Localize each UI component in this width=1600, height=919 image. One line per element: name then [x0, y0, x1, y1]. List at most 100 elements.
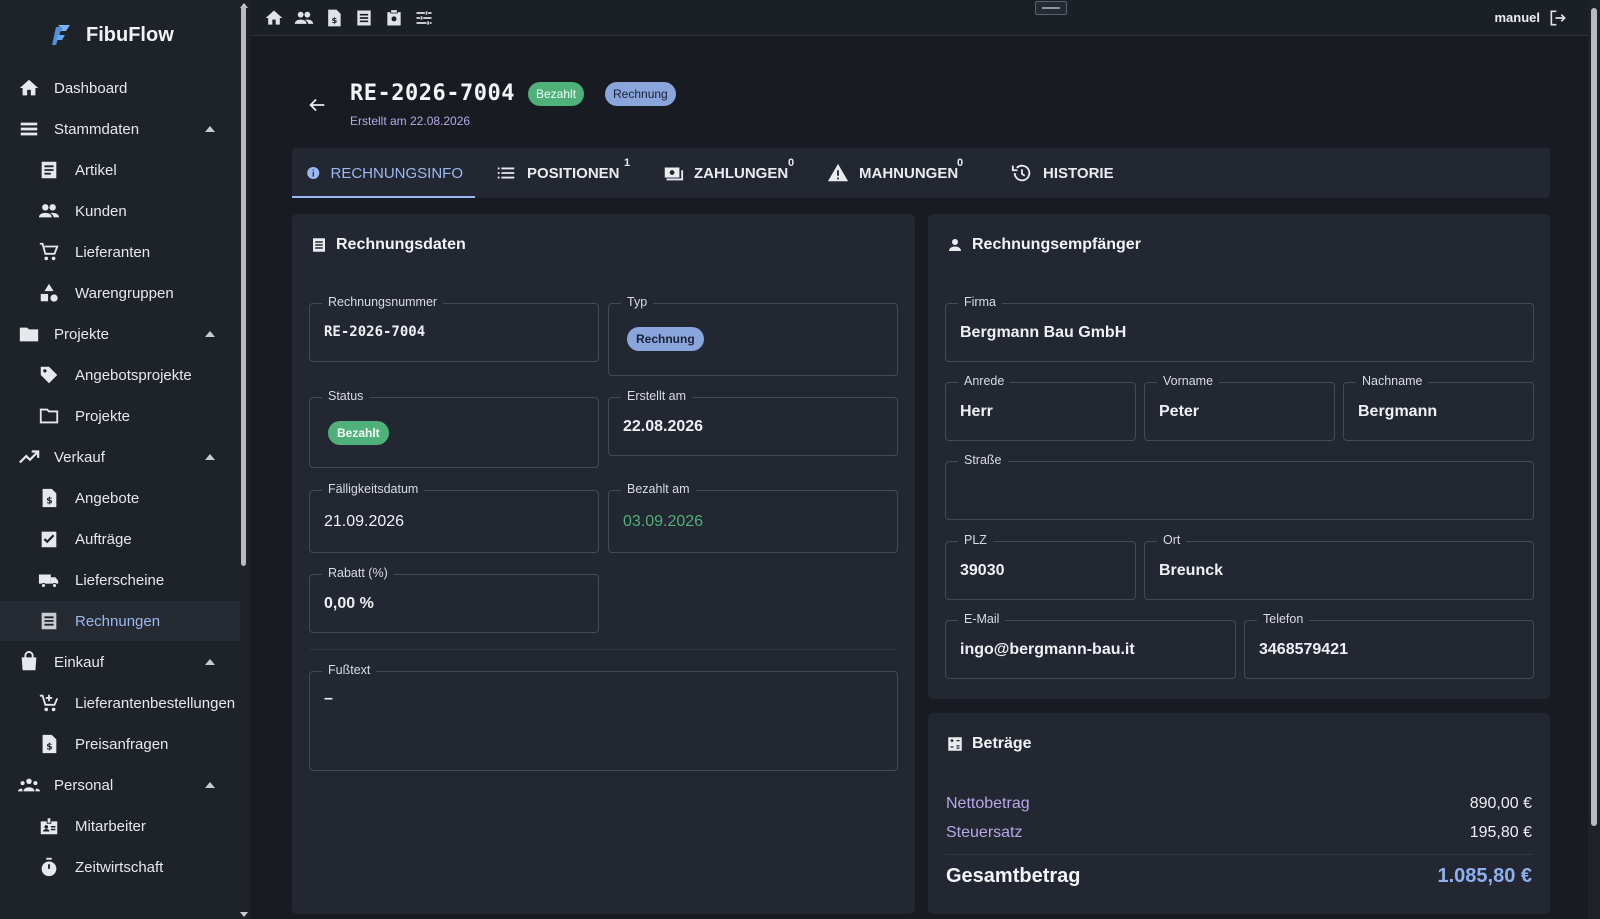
field-value: – [324, 690, 333, 707]
top-bar: $ manuel [250, 0, 1600, 36]
warning-icon [827, 163, 849, 182]
card-title: Beträge [946, 735, 1032, 753]
type-field[interactable]: Typ Rechnung [608, 295, 898, 376]
sidebar-item-rechnungen[interactable]: Rechnungen [0, 601, 240, 641]
company-field[interactable]: Firma Bergmann Bau GmbH [945, 295, 1534, 362]
sidebar-item-lieferanten[interactable]: Lieferanten [0, 232, 240, 272]
phone-field[interactable]: Telefon 3468579421 [1244, 612, 1534, 679]
created-date: Erstellt am 22.08.2026 [350, 114, 471, 128]
receipt-icon[interactable] [354, 8, 374, 28]
email-field[interactable]: E-Mail ingo@bergmann-bau.it [945, 612, 1236, 679]
sidebar-item-artikel[interactable]: Artikel [0, 150, 240, 190]
divider [309, 649, 898, 650]
sidebar-group-personal[interactable]: Personal [0, 765, 240, 805]
tab-zahlungen[interactable]: ZAHLUNGEN 0 [662, 148, 794, 198]
sidebar-item-warengruppen[interactable]: Warengruppen [0, 273, 240, 313]
tab-rechnungsinfo[interactable]: RECHNUNGSINFO [292, 148, 475, 198]
field-value: Bergmann [1358, 403, 1438, 420]
page-scrollbar[interactable] [1588, 0, 1600, 919]
created-date-field[interactable]: Erstellt am 22.08.2026 [608, 389, 898, 456]
field-value: 3468579421 [1259, 641, 1348, 658]
home-icon[interactable] [264, 8, 284, 28]
amount-value: 195,80 € [1469, 824, 1532, 841]
tab-historie[interactable]: HISTORIE [1011, 148, 1114, 198]
sidebar-item-preisanfragen[interactable]: $ Preisanfragen [0, 724, 240, 764]
request-quote-icon[interactable]: $ [324, 8, 344, 28]
sidebar-item-angebote[interactable]: $ Angebote [0, 478, 240, 518]
panel-drag-handle[interactable] [1035, 1, 1067, 15]
list-view-icon [20, 122, 38, 136]
sidebar-item-label: Artikel [75, 161, 117, 179]
app-name: FibuFlow [86, 23, 174, 46]
last-name-field[interactable]: Nachname Bergmann [1343, 374, 1534, 441]
sidebar-item-kunden[interactable]: Kunden [0, 191, 240, 231]
page-scrollbar-thumb[interactable] [1591, 8, 1597, 826]
sidebar-item-projekte[interactable]: Projekte [0, 396, 240, 436]
sidebar-item-lieferscheine[interactable]: Lieferscheine [0, 560, 240, 600]
city-field[interactable]: Ort Breunck [1144, 533, 1534, 600]
amount-value: 890,00 € [1469, 795, 1532, 812]
people-icon [38, 204, 60, 218]
field-label: Nachname [1356, 374, 1429, 388]
first-name-field[interactable]: Vorname Peter [1144, 374, 1335, 441]
discount-field[interactable]: Rabatt (%) 0,00 % [309, 566, 599, 633]
sidebar-group-verkauf[interactable]: Verkauf [0, 437, 240, 477]
field-label: Fälligkeitsdatum [322, 482, 425, 496]
sidebar-item-label: Verkauf [54, 448, 105, 466]
brand[interactable]: FibuFlow [50, 20, 174, 50]
wallet-icon[interactable] [384, 8, 404, 28]
field-label: Erstellt am [621, 389, 693, 403]
sidebar-item-lieferantenbestellungen[interactable]: Lieferantenbestellungen [0, 683, 240, 723]
field-value: Bergmann Bau GmbH [960, 324, 1127, 341]
amount-label: Steuersatz [946, 824, 1023, 841]
info-icon [307, 166, 320, 180]
status-badge: Bezahlt [528, 82, 585, 106]
status-field[interactable]: Status Bezahlt [309, 389, 599, 468]
tune-icon[interactable] [414, 8, 434, 28]
field-label: Rechnungsnummer [322, 295, 444, 309]
sidebar-item-label: Kunden [75, 202, 127, 220]
badge-icon [40, 817, 58, 835]
field-label: Anrede [958, 374, 1011, 388]
list-icon [497, 167, 515, 179]
card-title: Rechnungsdaten [310, 236, 466, 254]
tag-icon [40, 366, 58, 384]
field-value: Breunck [1159, 562, 1224, 579]
sidebar-item-label: Preisanfragen [75, 735, 169, 753]
sidebar-item-dashboard[interactable]: Dashboard [0, 68, 240, 108]
field-value: Peter [1159, 403, 1200, 420]
sidebar-item-zeitwirtschaft[interactable]: Zeitwirtschaft [0, 847, 240, 887]
invoice-number-field[interactable]: Rechnungsnummer RE-2026-7004 [309, 295, 599, 362]
sidebar-item-auftraege[interactable]: Aufträge [0, 519, 240, 559]
street-field[interactable]: Straße [945, 453, 1534, 520]
calculator-icon [948, 737, 962, 751]
trending-up-icon [19, 450, 40, 464]
divider [945, 854, 1533, 855]
people-icon[interactable] [294, 8, 314, 28]
tab-mahnungen[interactable]: MAHNUNGEN 0 [827, 148, 963, 198]
sidebar-group-einkauf[interactable]: Einkauf [0, 642, 240, 682]
tab-positionen[interactable]: POSITIONEN 1 [495, 148, 630, 198]
username: manuel [1494, 10, 1540, 25]
salutation-field[interactable]: Anrede Herr [945, 374, 1136, 441]
back-arrow-icon[interactable] [306, 94, 328, 116]
sidebar-group-projekte[interactable]: Projekte [0, 314, 240, 354]
total-amount-row: Gesamtbetrag 1.085,80 € [946, 865, 1532, 888]
sidebar-item-angebotsprojekte[interactable]: Angebotsprojekte [0, 355, 240, 395]
receipt-icon [41, 612, 57, 630]
sidebar-item-mitarbeiter[interactable]: Mitarbeiter [0, 806, 240, 846]
sidebar: FibuFlow Dashboard Stammdaten Artikel Ku… [0, 0, 250, 919]
sidebar-scrollbar[interactable] [241, 6, 246, 566]
status-chip: Bezahlt [328, 421, 389, 445]
logout-icon[interactable] [1548, 8, 1568, 28]
scroll-down-arrow-icon[interactable] [240, 912, 248, 917]
zip-field[interactable]: PLZ 39030 [945, 533, 1136, 600]
sidebar-item-label: Aufträge [75, 530, 132, 548]
sidebar-group-stammdaten[interactable]: Stammdaten [0, 109, 240, 149]
field-label: Vorname [1157, 374, 1220, 388]
footer-text-field[interactable]: Fußtext – [309, 663, 898, 771]
paid-date-field[interactable]: Bezahlt am 03.09.2026 [608, 482, 898, 553]
sidebar-item-label: Lieferanten [75, 243, 151, 261]
amounts-card: Beträge Nettobetrag 890,00 € Steuersatz … [928, 713, 1550, 914]
due-date-field[interactable]: Fälligkeitsdatum 21.09.2026 [309, 482, 599, 553]
